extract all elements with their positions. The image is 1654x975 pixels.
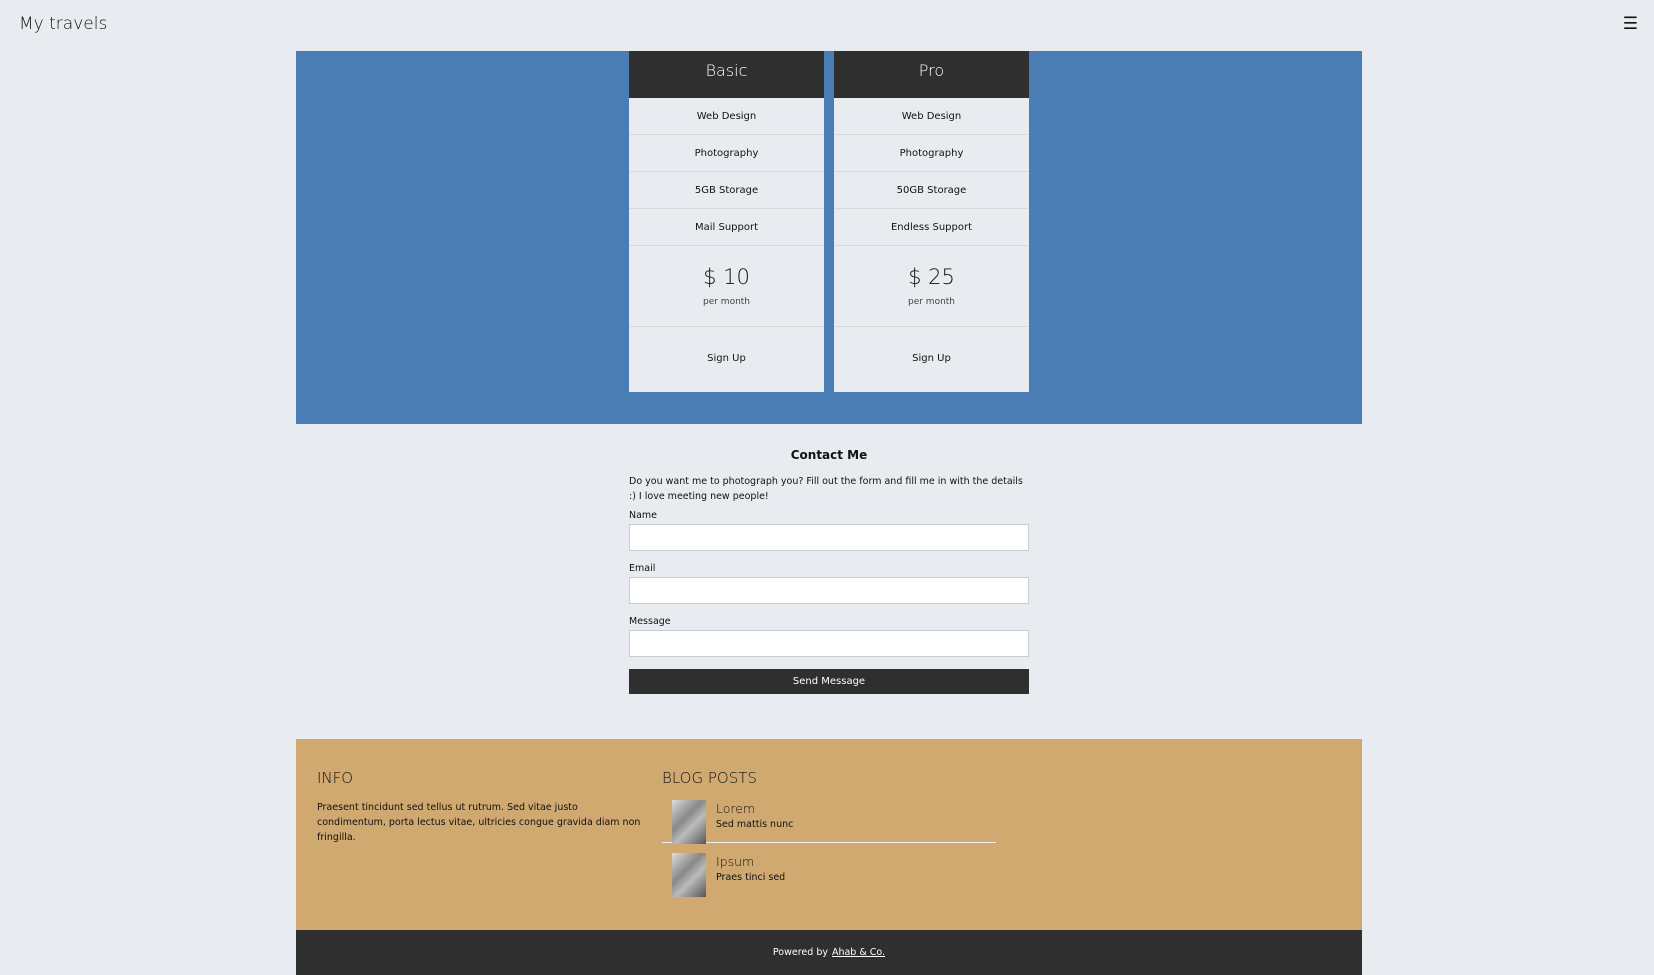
send-message-button[interactable]: Send Message [629, 669, 1029, 694]
plan-name: Basic [629, 51, 824, 98]
plan-feature: 5GB Storage [629, 172, 824, 209]
name-input[interactable] [629, 524, 1029, 551]
credits-prefix: Powered by [772, 947, 828, 958]
plan-price: $ 10 [703, 265, 750, 289]
sign-up-button-basic[interactable]: Sign Up [629, 327, 824, 390]
pricing-card-pro: Pro Web Design Photography 50GB Storage … [834, 51, 1029, 392]
plan-feature: Web Design [629, 98, 824, 135]
sign-up-button-pro[interactable]: Sign Up [834, 327, 1029, 390]
post-subtitle: Sed mattis nunc [716, 819, 794, 830]
blog-post-item[interactable]: Ipsum Praes tinci sed [662, 853, 996, 898]
top-bar: My travels ☰ [0, 0, 1654, 48]
plan-feature: Photography [629, 135, 824, 172]
plan-feature: Endless Support [834, 209, 1029, 246]
hamburger-menu-icon[interactable]: ☰ [1623, 14, 1638, 34]
info-heading: INFO [317, 769, 354, 787]
post-thumbnail[interactable] [672, 800, 706, 844]
footer: INFO Praesent tincidunt sed tellus ut ru… [296, 739, 1362, 930]
plan-name: Pro [834, 51, 1029, 98]
blog-post-item[interactable]: Lorem Sed mattis nunc [662, 800, 996, 844]
info-column: INFO Praesent tincidunt sed tellus ut ru… [317, 769, 647, 845]
post-subtitle: Praes tinci sed [716, 872, 786, 883]
name-label: Name [629, 510, 658, 521]
plan-feature: Mail Support [629, 209, 824, 246]
info-text: Praesent tincidunt sed tellus ut rutrum.… [317, 802, 641, 843]
plan-feature: 50GB Storage [834, 172, 1029, 209]
pricing-section: Basic Web Design Photography 5GB Storage… [296, 51, 1362, 424]
plan-feature: Web Design [834, 98, 1029, 135]
plan-price: $ 25 [908, 265, 955, 289]
post-thumbnail[interactable] [672, 853, 706, 897]
message-label: Message [629, 616, 671, 627]
credits-link[interactable]: Ahab & Co. [832, 947, 885, 958]
email-input[interactable] [629, 577, 1029, 604]
plan-feature: Photography [834, 135, 1029, 172]
credits-bar: Powered by Ahab & Co. [296, 930, 1362, 975]
email-label: Email [629, 563, 656, 574]
blog-posts-column: BLOG POSTS Lorem Sed mattis nunc Ipsum P… [662, 769, 996, 898]
plan-period: per month [702, 297, 751, 307]
price-block: $ 25 per month [834, 246, 1029, 327]
post-title[interactable]: Lorem [716, 801, 793, 816]
contact-section: Contact Me Do you want me to photograph … [629, 448, 1029, 694]
price-block: $ 10 per month [629, 246, 824, 327]
site-title[interactable]: My travels [19, 14, 107, 34]
post-title[interactable]: Ipsum [716, 854, 785, 869]
contact-title: Contact Me [790, 448, 868, 462]
plan-period: per month [907, 297, 956, 307]
message-input[interactable] [629, 630, 1029, 657]
contact-intro: Do you want me to photograph you? Fill o… [629, 476, 1023, 502]
pricing-card-basic: Basic Web Design Photography 5GB Storage… [629, 51, 824, 392]
blog-heading: BLOG POSTS [662, 769, 757, 787]
